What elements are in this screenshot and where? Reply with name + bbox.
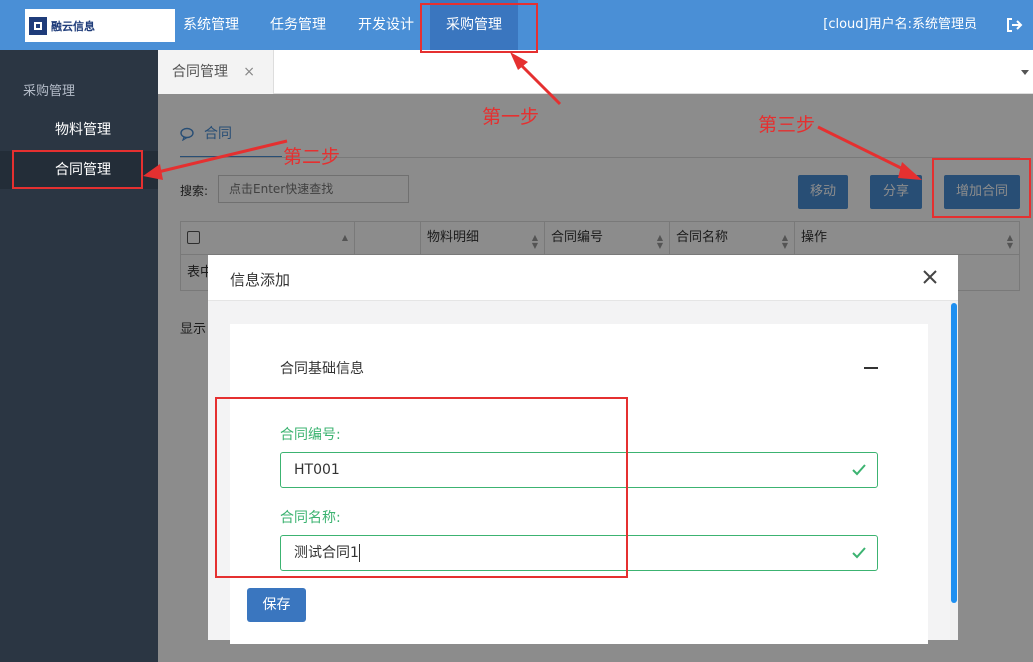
user-name: [cloud]用户名:系统管理员 — [823, 17, 977, 32]
nav-dev-design[interactable]: 开发设计 — [350, 0, 422, 50]
close-icon[interactable] — [922, 269, 938, 285]
logo-mark-icon — [29, 16, 47, 35]
tab-contract-management[interactable]: 合同管理 × — [158, 50, 274, 94]
modal-header: 信息添加 — [208, 255, 958, 301]
sidebar: 采购管理 物料管理 合同管理 — [0, 50, 158, 662]
tab-dropdown-icon[interactable] — [1021, 70, 1029, 75]
collapse-icon[interactable] — [864, 367, 878, 369]
sidebar-item-material[interactable]: 物料管理 — [0, 111, 158, 149]
check-icon — [852, 547, 866, 559]
annotation-box-step1 — [420, 3, 538, 53]
modal-scrollbar[interactable] — [950, 301, 958, 640]
annotation-box-step2 — [12, 150, 143, 189]
sidebar-group-title: 采购管理 — [23, 84, 76, 99]
tab-close-icon[interactable]: × — [243, 50, 255, 94]
modal-title: 信息添加 — [230, 271, 291, 289]
nav-task[interactable]: 任务管理 — [262, 0, 334, 50]
logout-icon[interactable] — [1005, 16, 1023, 34]
scrollbar-thumb[interactable] — [951, 303, 957, 603]
annotation-step2: 第二步 — [283, 146, 341, 168]
save-button[interactable]: 保存 — [247, 588, 306, 622]
logo[interactable]: 融云信息 — [25, 9, 175, 42]
card-title: 合同基础信息 — [280, 361, 364, 377]
logo-text: 融云信息 — [51, 19, 95, 33]
annotation-box-step3 — [932, 158, 1031, 218]
annotation-step1: 第一步 — [482, 106, 540, 128]
tab-bar: 合同管理 × — [158, 50, 1033, 94]
tab-label: 合同管理 — [172, 64, 228, 80]
annotation-box-fields — [215, 397, 628, 578]
nav-system[interactable]: 系统管理 — [175, 0, 247, 50]
check-icon — [852, 464, 866, 476]
annotation-step3: 第三步 — [758, 114, 816, 136]
